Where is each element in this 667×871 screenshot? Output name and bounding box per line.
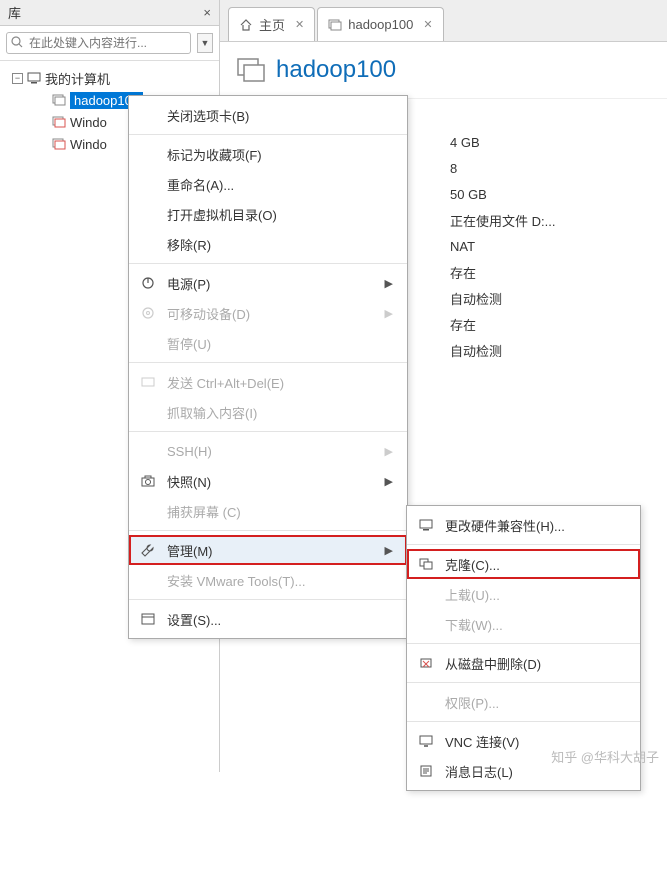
- close-icon[interactable]: ×: [203, 5, 211, 20]
- menu-install-tools: 安装 VMware Tools(T)...: [129, 565, 407, 595]
- power-icon: [139, 276, 157, 290]
- submenu-download: 下载(W)...: [407, 609, 640, 639]
- detail-using-file: 正在使用文件 D:...: [450, 207, 667, 233]
- menu-snapshot[interactable]: 快照(N)▶: [129, 466, 407, 496]
- vm-title-bar: hadoop100: [220, 42, 667, 99]
- submenu-hw-compat[interactable]: 更改硬件兼容性(H)...: [407, 510, 640, 540]
- vm-icon: [328, 19, 342, 31]
- tree-root[interactable]: − 我的计算机: [4, 67, 215, 89]
- disc-icon: [139, 306, 157, 320]
- chevron-right-icon: ▶: [385, 307, 393, 320]
- submenu-upload: 上载(U)...: [407, 579, 640, 609]
- vm-icon: [236, 57, 266, 83]
- search-row: ▼: [0, 26, 219, 61]
- hardware-icon: [417, 519, 435, 531]
- menu-pause: 暂停(U): [129, 328, 407, 358]
- chevron-right-icon: ▶: [385, 544, 393, 557]
- tree-root-label: 我的计算机: [45, 69, 110, 88]
- menu-grab-input: 抓取输入内容(I): [129, 397, 407, 427]
- tab-bar: 主页 ✕ hadoop100 ✕: [220, 0, 667, 42]
- menu-close-tab[interactable]: 关闭选项卡(B): [129, 100, 407, 130]
- menu-removable: 可移动设备(D)▶: [129, 298, 407, 328]
- sidebar-title: 库: [8, 3, 21, 22]
- menu-capture: 捕获屏幕 (C): [129, 496, 407, 526]
- vm-context-menu: 关闭选项卡(B) 标记为收藏项(F) 重命名(A)... 打开虚拟机目录(O) …: [128, 95, 408, 639]
- tree-item-label: Windo: [70, 115, 107, 130]
- watermark: 知乎 @华科大胡子: [551, 747, 659, 766]
- vnc-icon: [417, 735, 435, 747]
- menu-manage[interactable]: 管理(M)▶: [129, 535, 407, 565]
- menu-favorite[interactable]: 标记为收藏项(F): [129, 139, 407, 169]
- detail-autodetect: 自动检测: [450, 337, 667, 363]
- detail-network: NAT: [450, 233, 667, 259]
- detail-memory: 4 GB: [450, 129, 667, 155]
- collapse-icon[interactable]: −: [12, 73, 23, 84]
- computer-icon: [27, 71, 41, 85]
- menu-power[interactable]: 电源(P)▶: [129, 268, 407, 298]
- search-icon: [11, 36, 23, 48]
- submenu-delete-disk[interactable]: 从磁盘中删除(D): [407, 648, 640, 678]
- detail-disk: 50 GB: [450, 181, 667, 207]
- detail-exists: 存在: [450, 259, 667, 285]
- menu-send-cad: 发送 Ctrl+Alt+Del(E): [129, 367, 407, 397]
- vm-icon: [52, 115, 66, 129]
- chevron-right-icon: ▶: [385, 277, 393, 290]
- menu-remove[interactable]: 移除(R): [129, 229, 407, 259]
- tab-vm-label: hadoop100: [348, 17, 413, 32]
- menu-ssh: SSH(H)▶: [129, 436, 407, 466]
- close-icon[interactable]: ✕: [295, 18, 304, 31]
- close-icon[interactable]: ✕: [423, 18, 432, 31]
- menu-settings[interactable]: 设置(S)...: [129, 604, 407, 634]
- sidebar-header: 库 ×: [0, 0, 219, 26]
- wrench-icon: [139, 543, 157, 557]
- tab-vm[interactable]: hadoop100 ✕: [317, 7, 443, 41]
- keyboard-icon: [139, 377, 157, 387]
- detail-cpu: 8: [450, 155, 667, 181]
- vm-icon: [52, 93, 66, 107]
- tab-home-label: 主页: [259, 15, 285, 34]
- vm-icon: [52, 137, 66, 151]
- menu-open-dir[interactable]: 打开虚拟机目录(O): [129, 199, 407, 229]
- submenu-permissions: 权限(P)...: [407, 687, 640, 717]
- settings-icon: [139, 613, 157, 625]
- tree-item-label: Windo: [70, 137, 107, 152]
- search-input[interactable]: [6, 32, 191, 54]
- log-icon: [417, 765, 435, 777]
- home-icon: [239, 18, 253, 32]
- submenu-clone[interactable]: 克隆(C)...: [407, 549, 640, 579]
- clone-icon: [417, 558, 435, 570]
- vm-title: hadoop100: [276, 56, 396, 84]
- detail-exists: 存在: [450, 311, 667, 337]
- search-dropdown-button[interactable]: ▼: [197, 33, 213, 53]
- chevron-right-icon: ▶: [385, 475, 393, 488]
- chevron-right-icon: ▶: [385, 445, 393, 458]
- tab-home[interactable]: 主页 ✕: [228, 7, 315, 41]
- snapshot-icon: [139, 475, 157, 487]
- menu-rename[interactable]: 重命名(A)...: [129, 169, 407, 199]
- detail-autodetect: 自动检测: [450, 285, 667, 311]
- delete-icon: [417, 657, 435, 669]
